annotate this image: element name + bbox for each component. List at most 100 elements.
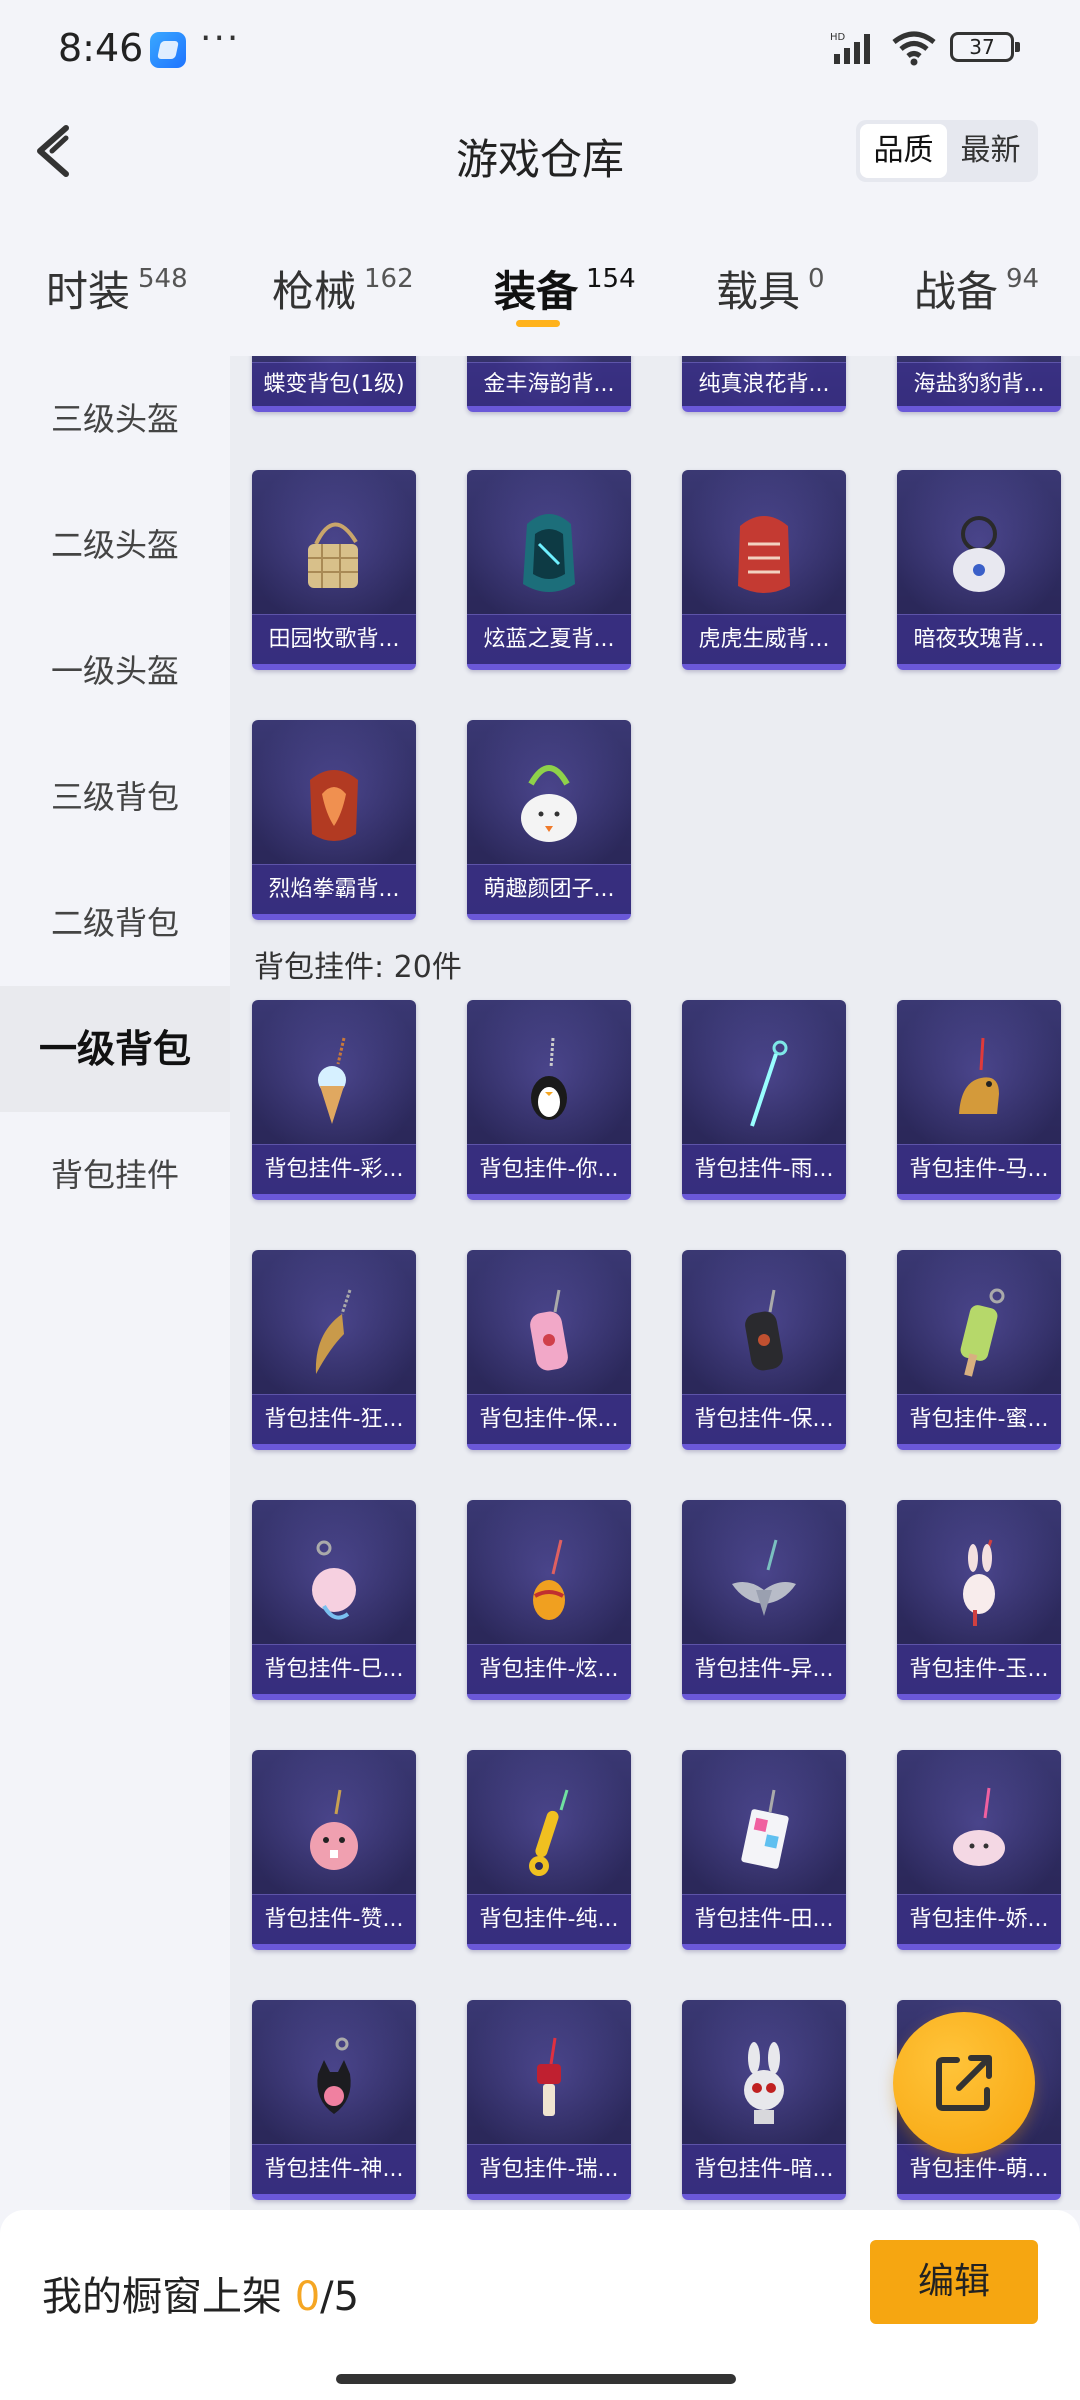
item-card[interactable]: 暗夜玫瑰背...	[897, 470, 1061, 670]
item-card[interactable]: 背包挂件-马...	[897, 1000, 1061, 1200]
ice-cream-pendant-icon	[318, 1037, 346, 1124]
black-cat-pendant-icon	[317, 2037, 351, 2114]
tab-label: 时装	[46, 267, 131, 316]
sort-quality-button[interactable]: 品质	[860, 124, 947, 178]
item-card[interactable]: 蝶变背包(1级)	[252, 356, 416, 412]
share-button[interactable]	[893, 2012, 1035, 2154]
popsicle-pendant-icon	[960, 1288, 1005, 1377]
item-card[interactable]: 背包挂件-娇...	[897, 1750, 1061, 1950]
item-name: 背包挂件-蜜...	[897, 1394, 1061, 1444]
signal-icon: HD	[830, 32, 870, 64]
edit-button[interactable]: 编辑	[870, 2240, 1038, 2324]
showcase-bar: 我的橱窗上架 0/5 编辑	[0, 2210, 1080, 2400]
item-name: 背包挂件-巳...	[252, 1644, 416, 1694]
pink-guardian-pendant-icon	[530, 1289, 568, 1371]
sort-toggle: 品质 最新	[856, 120, 1038, 182]
showcase-count-label: 我的橱窗上架 0/5	[42, 2264, 359, 2322]
item-card[interactable]: 背包挂件-你...	[467, 1000, 631, 1200]
item-card[interactable]: 海盐豹豹背...	[897, 356, 1061, 412]
status-time: 8:46	[58, 26, 144, 70]
card-pendant-icon	[741, 1789, 789, 1869]
horse-pendant-icon	[959, 1037, 999, 1114]
item-card[interactable]: 纯真浪花背...	[682, 356, 846, 412]
tab-supplies[interactable]: 战备 94	[914, 258, 1039, 319]
item-name: 纯真浪花背...	[682, 362, 846, 406]
penguin-pendant-icon	[531, 1037, 567, 1120]
tab-equipment[interactable]: 装备 154	[494, 258, 636, 319]
cloud-pendant-icon	[953, 1787, 1005, 1866]
item-name: 背包挂件-暗...	[682, 2144, 846, 2194]
item-name: 背包挂件-你...	[467, 1144, 631, 1194]
rabbit-pendant-icon	[963, 1539, 995, 1626]
item-card[interactable]: 炫蓝之夏背...	[467, 470, 631, 670]
tab-count: 162	[364, 264, 414, 294]
bottle-opener-pendant-icon	[529, 1789, 569, 1876]
tab-label: 枪械	[272, 267, 357, 316]
item-card[interactable]: 背包挂件-保...	[682, 1250, 846, 1450]
item-card[interactable]: 背包挂件-田...	[682, 1750, 846, 1950]
dumpling-backpack-icon	[521, 765, 577, 842]
tab-vehicles[interactable]: 载具 0	[716, 258, 825, 319]
item-card[interactable]: 田园牧歌背...	[252, 470, 416, 670]
item-card[interactable]: 背包挂件-瑞...	[467, 2000, 631, 2200]
item-card[interactable]: 背包挂件-暗...	[682, 2000, 846, 2200]
sidebar-item-level3-helmet[interactable]: 三级头盔	[0, 356, 230, 482]
item-name: 背包挂件-彩...	[252, 1144, 416, 1194]
item-card[interactable]: 背包挂件-雨...	[682, 1000, 846, 1200]
item-card[interactable]: 背包挂件-玉...	[897, 1500, 1061, 1700]
sidebar-item-backpack-pendant[interactable]: 背包挂件	[0, 1112, 230, 1238]
item-card[interactable]: 背包挂件-巳...	[252, 1500, 416, 1700]
item-card[interactable]: 背包挂件-炫...	[467, 1500, 631, 1700]
more-notifications-icon: ···	[200, 18, 241, 59]
item-name: 背包挂件-神...	[252, 2144, 416, 2194]
item-card[interactable]: 金丰海韵背...	[467, 356, 631, 412]
item-name: 田园牧歌背...	[252, 614, 416, 664]
header: 游戏仓库 品质 最新	[0, 96, 1080, 206]
item-card[interactable]: 虎虎生威背...	[682, 470, 846, 670]
app-notification-icon	[150, 32, 186, 68]
tab-firearms[interactable]: 枪械 162	[272, 258, 414, 319]
svg-text:HD: HD	[830, 32, 846, 43]
showcase-total-count: /5	[320, 2274, 360, 2320]
wifi-icon	[892, 31, 936, 66]
item-card[interactable]: 萌趣颜团子...	[467, 720, 631, 920]
section-title: 背包挂件: 20件	[254, 950, 462, 985]
active-tab-indicator	[516, 320, 560, 327]
item-card[interactable]: 背包挂件-保...	[467, 1250, 631, 1450]
item-name: 炫蓝之夏背...	[467, 614, 631, 664]
item-name: 背包挂件-娇...	[897, 1894, 1061, 1944]
showcase-label-text: 我的橱窗上架	[42, 2274, 295, 2320]
sort-newest-button[interactable]: 最新	[947, 124, 1034, 178]
sidebar-item-level1-backpack[interactable]: 一级背包	[0, 986, 230, 1112]
egg-pendant-icon	[533, 1539, 565, 1620]
item-card[interactable]: 背包挂件-纯...	[467, 1750, 631, 1950]
wing-badge-pendant-icon	[732, 1539, 796, 1616]
sidebar-item-level1-helmet[interactable]: 一级头盔	[0, 608, 230, 734]
item-name: 背包挂件-田...	[682, 1894, 846, 1944]
item-name: 背包挂件-雨...	[682, 1144, 846, 1194]
beaver-pendant-icon	[310, 1789, 358, 1870]
item-card[interactable]: 背包挂件-神...	[252, 2000, 416, 2200]
item-card[interactable]: 背包挂件-赞...	[252, 1750, 416, 1950]
item-card[interactable]: 背包挂件-蜜...	[897, 1250, 1061, 1450]
piglet-pendant-icon	[312, 1540, 356, 1620]
item-card[interactable]: 背包挂件-狂...	[252, 1250, 416, 1450]
item-name: 背包挂件-保...	[467, 1394, 631, 1444]
item-card[interactable]: 烈焰拳霸背...	[252, 720, 416, 920]
tab-count: 154	[586, 264, 636, 294]
item-name: 金丰海韵背...	[467, 362, 631, 406]
sidebar-item-level2-backpack[interactable]: 二级背包	[0, 860, 230, 986]
sidebar-item-level2-helmet[interactable]: 二级头盔	[0, 482, 230, 608]
subcategory-sidebar: 三级头盔 二级头盔 一级头盔 三级背包 二级背包 一级背包 背包挂件	[0, 356, 230, 2210]
item-name: 背包挂件-异...	[682, 1644, 846, 1694]
status-bar: 8:46 ··· HD 37	[0, 0, 1080, 96]
home-indicator[interactable]	[336, 2374, 736, 2384]
item-card[interactable]: 背包挂件-彩...	[252, 1000, 416, 1200]
item-name: 虎虎生威背...	[682, 614, 846, 664]
item-name: 海盐豹豹背...	[897, 362, 1061, 406]
sidebar-item-level3-backpack[interactable]: 三级背包	[0, 734, 230, 860]
item-name: 暗夜玫瑰背...	[897, 614, 1061, 664]
claw-pendant-icon	[315, 1289, 352, 1374]
tab-fashion[interactable]: 时装 548	[46, 258, 188, 319]
item-card[interactable]: 背包挂件-异...	[682, 1500, 846, 1700]
